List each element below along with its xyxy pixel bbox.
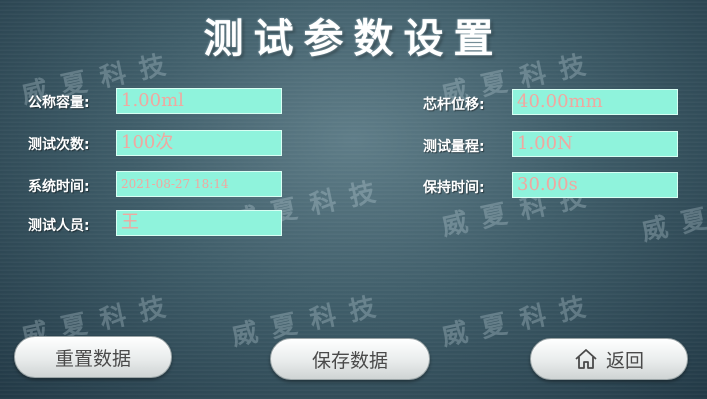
test-count-field[interactable]: 100次 <box>116 130 282 156</box>
back-label: 返回 <box>605 349 644 372</box>
test-count-label: 测试次数: <box>28 137 90 153</box>
hold-time-field[interactable]: 30.00s <box>512 172 678 198</box>
home-icon <box>575 349 597 369</box>
tester-label: 测试人员: <box>28 218 90 234</box>
page-title: 测试参数设置 <box>203 16 504 62</box>
hold-time-label: 保持时间: <box>423 180 485 196</box>
core-rod-displacement-label: 芯杆位移: <box>423 97 485 113</box>
test-range-label: 测试量程: <box>423 139 485 155</box>
test-range-field[interactable]: 1.00N <box>512 131 678 157</box>
core-rod-displacement-field[interactable]: 40.00mm <box>512 89 678 115</box>
reset-data-button[interactable]: 重置数据 <box>14 336 172 378</box>
system-time-label: 系统时间: <box>28 179 90 195</box>
save-data-button[interactable]: 保存数据 <box>270 338 430 380</box>
nominal-capacity-label: 公称容量: <box>28 95 90 111</box>
back-button[interactable]: 返回 <box>530 338 688 380</box>
settings-screen: 威夏科技 威夏科技 威夏科技 威夏科技 威夏科技 威夏科技 威夏科技 威夏科技 … <box>0 0 707 399</box>
nominal-capacity-field[interactable]: 1.00ml <box>116 88 282 114</box>
system-time-field[interactable]: 2021-08-27 18:14 <box>116 171 282 197</box>
save-data-label: 保存数据 <box>311 349 388 372</box>
reset-data-label: 重置数据 <box>54 347 131 370</box>
tester-field[interactable]: 王 <box>116 210 282 236</box>
